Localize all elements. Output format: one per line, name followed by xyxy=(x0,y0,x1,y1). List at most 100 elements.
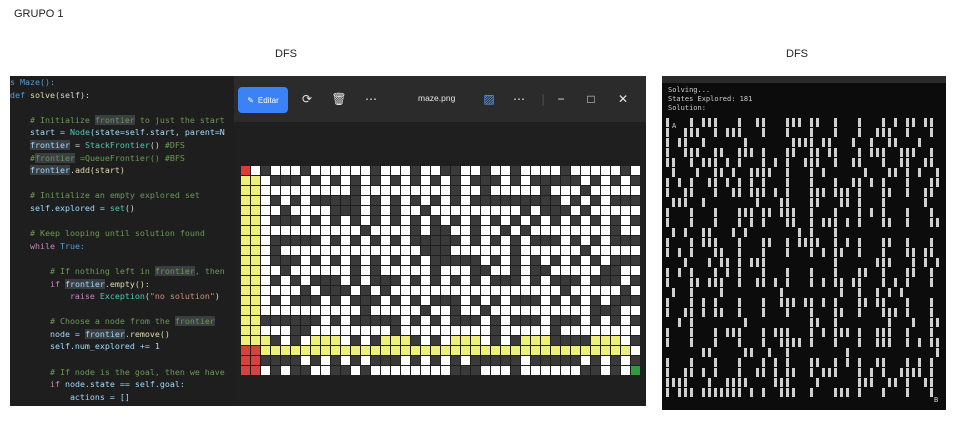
maze-cell xyxy=(281,166,290,175)
maze-cell xyxy=(241,266,250,275)
terminal-wall xyxy=(810,218,813,227)
maximize-icon[interactable]: □ xyxy=(582,90,600,108)
maze-cell xyxy=(611,316,620,325)
terminal-wall xyxy=(816,148,819,157)
terminal-wall xyxy=(810,338,813,347)
minimize-icon[interactable]: − xyxy=(552,90,570,108)
terminal-wall xyxy=(714,208,717,217)
terminal-wall xyxy=(792,388,795,397)
maze-cell xyxy=(371,176,380,185)
terminal-wall xyxy=(678,178,681,187)
maze-cell xyxy=(311,266,320,275)
maze-cell xyxy=(491,256,500,265)
paint-icon[interactable]: ▨ xyxy=(480,90,498,108)
maze-cell xyxy=(631,216,640,225)
code-token: frontier xyxy=(64,278,105,289)
code-editor[interactable]: s Maze(): def solve(self): # Initialize f… xyxy=(10,76,234,406)
terminal-wall xyxy=(666,268,669,277)
maze-cell xyxy=(421,366,430,375)
maze-cell xyxy=(261,366,270,375)
maze-cell xyxy=(611,336,620,345)
terminal-wall xyxy=(720,288,723,297)
terminal-wall xyxy=(792,138,795,147)
maze-cell xyxy=(581,206,590,215)
terminal-wall xyxy=(666,358,669,367)
maze-cell xyxy=(291,196,300,205)
maze-cell xyxy=(541,286,550,295)
maze-cell xyxy=(451,366,460,375)
maze-cell xyxy=(471,266,480,275)
terminal-wall xyxy=(696,278,699,287)
maze-cell xyxy=(621,356,630,365)
maze-cell xyxy=(531,236,540,245)
maze-cell xyxy=(621,196,630,205)
maze-cell xyxy=(271,326,280,335)
terminal-wall xyxy=(828,218,831,227)
maze-cell xyxy=(611,306,620,315)
maze-cell xyxy=(331,246,340,255)
maze-cell xyxy=(531,336,540,345)
maze-cell xyxy=(271,336,280,345)
terminal-wall xyxy=(762,358,765,367)
terminal-wall xyxy=(732,378,735,387)
maze-cell xyxy=(621,306,630,315)
maze-cell xyxy=(371,366,380,375)
terminal-wall xyxy=(756,258,759,267)
maze-cell xyxy=(511,366,520,375)
terminal-wall xyxy=(798,118,801,127)
terminal-wall xyxy=(714,388,717,397)
maze-cell xyxy=(551,326,560,335)
terminal-wall xyxy=(714,238,717,247)
terminal-wall xyxy=(870,378,873,387)
terminal-wall xyxy=(738,258,741,267)
maze-cell xyxy=(521,176,530,185)
terminal-wall xyxy=(762,178,765,187)
more-options-icon[interactable]: ⋯ xyxy=(510,90,528,108)
terminal-wall xyxy=(720,148,723,157)
terminal-wall xyxy=(690,368,693,377)
maze-cell xyxy=(561,206,570,215)
terminal-wall xyxy=(912,148,915,157)
maze-cell xyxy=(361,326,370,335)
maze-cell xyxy=(571,276,580,285)
maze-cell xyxy=(311,296,320,305)
more-icon[interactable]: ⋯ xyxy=(362,90,380,108)
terminal-wall xyxy=(810,358,813,367)
rotate-icon[interactable]: ⟳ xyxy=(298,90,316,108)
terminal-wall xyxy=(846,198,849,207)
terminal-wall xyxy=(666,118,669,127)
maze-cell xyxy=(361,206,370,215)
terminal-wall xyxy=(810,308,813,317)
terminal-wall xyxy=(894,378,897,387)
maze-cell xyxy=(391,326,400,335)
terminal-wall xyxy=(804,138,807,147)
terminal-wall xyxy=(936,258,939,267)
maze-cell xyxy=(261,316,270,325)
maze-cell xyxy=(321,216,330,225)
maze-cell xyxy=(491,226,500,235)
terminal-wall xyxy=(702,348,705,357)
maze-cell xyxy=(261,246,270,255)
code-token: if xyxy=(10,278,65,289)
code-token: node.state == self.goal: xyxy=(64,379,185,390)
terminal-wall xyxy=(810,268,813,277)
maze-cell xyxy=(511,336,520,345)
maze-cell xyxy=(531,326,540,335)
terminal-wall xyxy=(924,258,927,267)
maze-cell xyxy=(461,266,470,275)
terminal-wall xyxy=(816,238,819,247)
edit-button[interactable]: ✎ Editar xyxy=(238,87,288,113)
maze-cell xyxy=(561,246,570,255)
close-icon[interactable]: ✕ xyxy=(614,90,632,108)
maze-cell xyxy=(461,166,470,175)
maze-cell xyxy=(291,346,300,355)
maze-cell xyxy=(621,316,630,325)
maze-cell xyxy=(431,216,440,225)
maze-cell xyxy=(371,306,380,315)
terminal-wall xyxy=(888,168,891,177)
maze-cell xyxy=(311,166,320,175)
maze-cell xyxy=(381,346,390,355)
delete-icon[interactable]: 🗑 xyxy=(330,90,348,108)
maze-cell xyxy=(301,186,310,195)
maze-cell xyxy=(551,346,560,355)
